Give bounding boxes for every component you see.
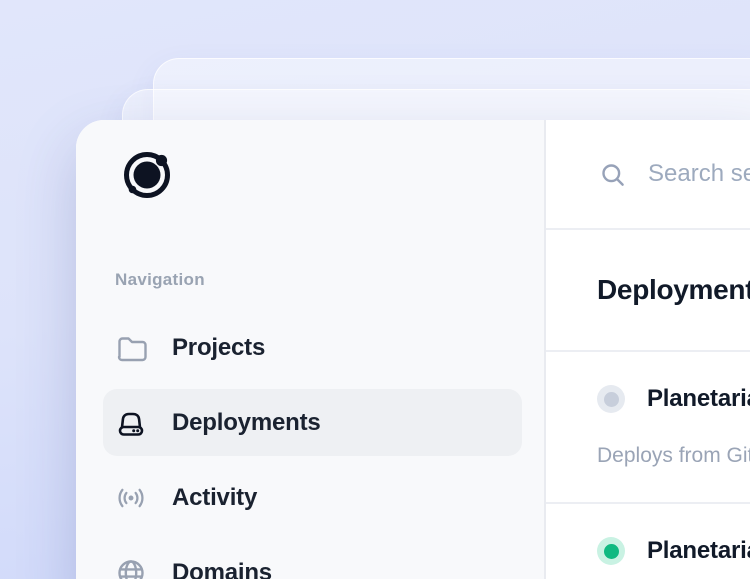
status-dot — [604, 544, 619, 559]
sidebar-nav: Projects Deployments — [103, 314, 522, 579]
sidebar-item-projects[interactable]: Projects — [103, 314, 522, 381]
nav-section-label: Navigation — [115, 270, 205, 290]
globe-icon — [114, 556, 148, 579]
status-dot — [604, 392, 619, 407]
deployment-item: Planetaria Deploys from GitHub — [546, 502, 750, 579]
sidebar: Navigation Projects — [76, 120, 546, 579]
page-title: Deployments — [597, 274, 750, 306]
app-window: Navigation Projects — [76, 120, 750, 579]
sidebar-item-label: Projects — [172, 334, 265, 362]
content-panel: Deployments Planetaria Deploys from GitH… — [546, 120, 750, 579]
hard-drive-icon — [114, 406, 148, 440]
deployments-list: Planetaria Deploys from GitHub Planetari… — [546, 352, 750, 579]
deployment-name: Planetaria — [647, 384, 750, 414]
deployment-row[interactable]: Planetaria — [597, 384, 750, 414]
deployment-subtitle: Deploys from GitHub — [597, 443, 750, 469]
status-indicator — [597, 537, 625, 565]
search-bar — [546, 120, 750, 230]
sidebar-item-deployments[interactable]: Deployments — [103, 389, 522, 456]
sidebar-item-label: Deployments — [172, 409, 321, 437]
orbit-logo-icon — [121, 149, 173, 201]
page-header: Deployments — [546, 230, 750, 352]
broadcast-icon — [114, 481, 148, 515]
search-icon — [600, 162, 626, 188]
sidebar-item-label: Domains — [172, 559, 272, 579]
deployment-name: Planetaria — [647, 536, 750, 566]
sidebar-item-label: Activity — [172, 484, 257, 512]
status-indicator — [597, 385, 625, 413]
sidebar-item-activity[interactable]: Activity — [103, 464, 522, 531]
folder-icon — [114, 331, 148, 365]
deployment-item: Planetaria Deploys from GitHub — [546, 352, 750, 502]
sidebar-item-domains[interactable]: Domains — [103, 539, 522, 579]
search-input[interactable] — [648, 120, 750, 228]
deployment-row[interactable]: Planetaria — [597, 536, 750, 566]
